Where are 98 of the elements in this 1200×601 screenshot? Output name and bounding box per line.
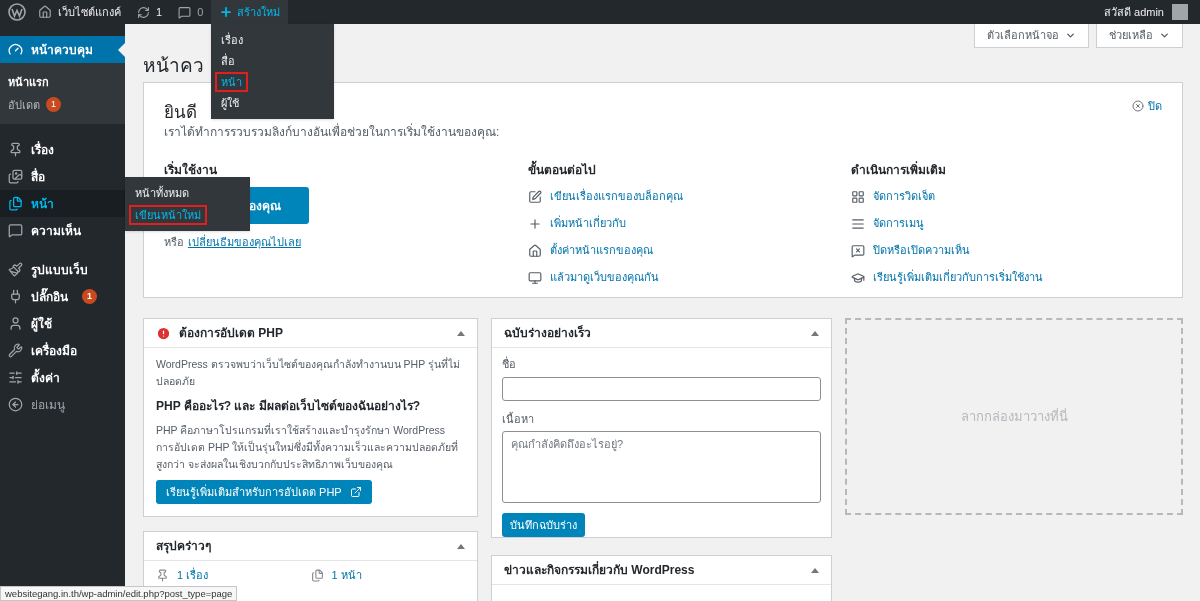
external-link-icon	[349, 486, 362, 498]
warning-text: WordPress ตรวจพบว่าเว็บไซต์ของคุณกำลังทำงานบน PHP รุ่นที่ไม่ปลอดภัย	[156, 356, 461, 389]
caret-icon	[1065, 30, 1076, 41]
count-badge: 1	[82, 289, 97, 304]
collapse-icon	[8, 397, 23, 412]
or-text: หรือ	[164, 235, 184, 250]
drop-zone-text: ลากกล่องมาวางที่นี่	[960, 407, 1068, 426]
welcome-link[interactable]: เขียนเรื่องแรกของบล็อกคุณ	[550, 188, 683, 205]
summary-link[interactable]: 1 หน้า	[331, 567, 362, 584]
new-menu-button[interactable]: สร้างใหม่	[211, 0, 289, 24]
user-icon	[8, 316, 23, 331]
submenu-item[interactable]: หน้าแรก	[0, 71, 125, 94]
summary-link[interactable]: 1 เรื่อง	[177, 567, 209, 584]
tab-toggle-button[interactable]: ตัวเลือกหน้าจอ	[974, 24, 1089, 48]
change-theme-link[interactable]: เปลี่ยนธีมของคุณไปเลย	[188, 234, 301, 251]
collapse-arrow-icon[interactable]	[811, 567, 819, 573]
collapse-arrow-icon[interactable]	[811, 330, 819, 336]
sidebar-item[interactable]: ย่อเมนู	[0, 391, 125, 418]
welcome-link[interactable]: แล้วมาดูเว็บของคุณกัน	[550, 269, 659, 286]
pin-icon	[156, 568, 169, 582]
column-heading: ดำเนินการเพิ่มเติม	[851, 161, 947, 179]
column-heading: ขั้นตอนต่อไป	[528, 161, 851, 179]
plug-icon	[8, 289, 23, 304]
title-field[interactable]	[502, 376, 821, 401]
menu-item[interactable]: ผู้ใช้	[215, 93, 246, 113]
comment-icon[interactable]	[178, 5, 192, 19]
count-badge: 1	[46, 97, 61, 113]
comment-icon	[8, 223, 23, 238]
status-bar: websitegang.in.th/wp-admin/edit.php?post_type=page	[0, 586, 238, 601]
learn-more-button[interactable]: เรียนรู้เพิ่มเติมสำหรับการอัปเดต PHP	[156, 480, 372, 504]
menu-item[interactable]: หน้าทั้งหมด	[129, 183, 195, 203]
updates-count[interactable]: 1	[156, 3, 163, 21]
welcome-link[interactable]: จัดการเมนู	[873, 215, 924, 232]
pen-square-icon	[528, 189, 542, 204]
explanation-text: PHP คือภาษาโปรแกรมที่เราใช้สร้างและบำรุงรักษา WordPress การอัปเดต PHP ให้เป็นรุ่นใหม่ซึ่งมีทั้งความเร็วและความปลอดภัยที่สูงกว่า จะส่งผลในเชิงบวกกับประสิทธิภาพเว็บของคุณ	[156, 422, 460, 473]
pages-icon	[310, 568, 324, 582]
save-draft-button[interactable]: บันทึกฉบับร่าง	[502, 513, 585, 537]
gauge-icon	[8, 42, 23, 57]
menu-item[interactable]: เรื่อง	[215, 30, 250, 50]
welcome-subtitle: เราได้ทำการรวบรวมลิงก์บางอันเพื่อช่วยในการเริ่มใช้งานของคุณ:	[164, 123, 500, 141]
welcome-link[interactable]: เพิ่มหน้าเกี่ยวกับ	[550, 215, 626, 232]
sidebar-item[interactable]: รูปแบบเว็บ	[0, 256, 125, 283]
menu-item[interactable]: เขียนหน้าใหม่	[129, 205, 207, 225]
caret-icon	[1159, 30, 1170, 41]
field-label: เนื้อหา	[502, 411, 535, 427]
submenu-item[interactable]: อัปเดต 1	[0, 93, 125, 116]
content-field[interactable]: คุณกำลังคิดถึงอะไรอยู่?	[502, 431, 821, 503]
collapse-arrow-icon[interactable]	[457, 543, 465, 549]
logo-icon[interactable]	[8, 3, 26, 21]
home-icon	[528, 243, 542, 258]
comment-x-icon	[851, 243, 865, 258]
menu-item[interactable]: สื่อ	[215, 51, 242, 71]
question-heading: PHP คืออะไร? และ มีผลต่อเว็บไซต์ของฉันอย่างไร?	[156, 397, 422, 415]
greeting-link[interactable]: สวัสดี admin	[1103, 3, 1164, 21]
widget-title: ฉบับร่างอย่างเร็ว	[504, 324, 591, 342]
sliders-icon	[8, 370, 23, 385]
collapse-arrow-icon[interactable]	[457, 330, 465, 336]
pin-icon	[8, 142, 23, 157]
alert-icon	[156, 325, 171, 341]
sidebar-item[interactable]: ผู้ใช้	[0, 310, 125, 337]
sidebar-item[interactable]: ตั้งค่า	[0, 364, 125, 391]
welcome-link[interactable]: ตั้งค่าหน้าแรกของคุณ	[550, 242, 653, 259]
welcome-heading: ยินดี	[164, 103, 197, 123]
close-link[interactable]: ปิด	[1132, 98, 1162, 115]
menu-item[interactable]: หน้า	[215, 72, 249, 92]
welcome-link[interactable]: เรียนรู้เพิ่มเติมเกี่ยวกับการเริ่มใช้งาน	[873, 269, 1043, 286]
sidebar-item[interactable]: ความเห็น	[0, 217, 125, 244]
tab-toggle-button[interactable]: ช่วยเหลือ	[1096, 24, 1183, 48]
close-icon	[1132, 100, 1144, 113]
pages-icon	[8, 196, 23, 211]
widget-title: ข่าวและกิจกรรมเกี่ยวกับ WordPress	[504, 561, 695, 579]
new-menu-label: สร้างใหม่	[237, 4, 281, 20]
page-title: หน้าคว	[143, 54, 204, 78]
column-heading: เริ่มใช้งาน	[164, 161, 218, 179]
wrench-icon	[8, 343, 23, 358]
widget-title: สรุปคร่าวๆ	[156, 538, 211, 555]
field-label: ชื่อ	[502, 356, 517, 372]
grid-icon	[851, 189, 865, 204]
plus-icon	[219, 5, 234, 19]
home-icon[interactable]	[38, 5, 52, 19]
comments-count[interactable]: 0	[197, 3, 204, 21]
paintbrush-icon	[8, 262, 23, 277]
welcome-link[interactable]: จัดการวิดเจ็ต	[873, 188, 935, 205]
refresh-icon[interactable]	[137, 5, 150, 19]
sidebar-item[interactable]: หน้าควบคุม	[0, 36, 125, 63]
graduation-cap-icon	[851, 270, 865, 285]
monitor-icon	[528, 270, 542, 285]
sidebar-item[interactable]: สื่อ	[0, 163, 125, 190]
images-icon	[8, 169, 23, 184]
sidebar-item[interactable]: เรื่อง	[0, 136, 125, 163]
widget-title: ต้องการอัปเดต PHP	[179, 325, 283, 342]
list-icon	[851, 216, 865, 231]
sidebar-item[interactable]: หน้า	[0, 190, 125, 217]
site-name-link[interactable]: เว็บไซต์แกงค์	[58, 3, 121, 21]
plus-icon	[528, 216, 542, 231]
sidebar-item[interactable]: ปลั๊กอิน 1	[0, 283, 125, 310]
sidebar-item[interactable]: เครื่องมือ	[0, 337, 125, 364]
welcome-link[interactable]: ปิดหรือเปิดความเห็น	[873, 242, 970, 259]
